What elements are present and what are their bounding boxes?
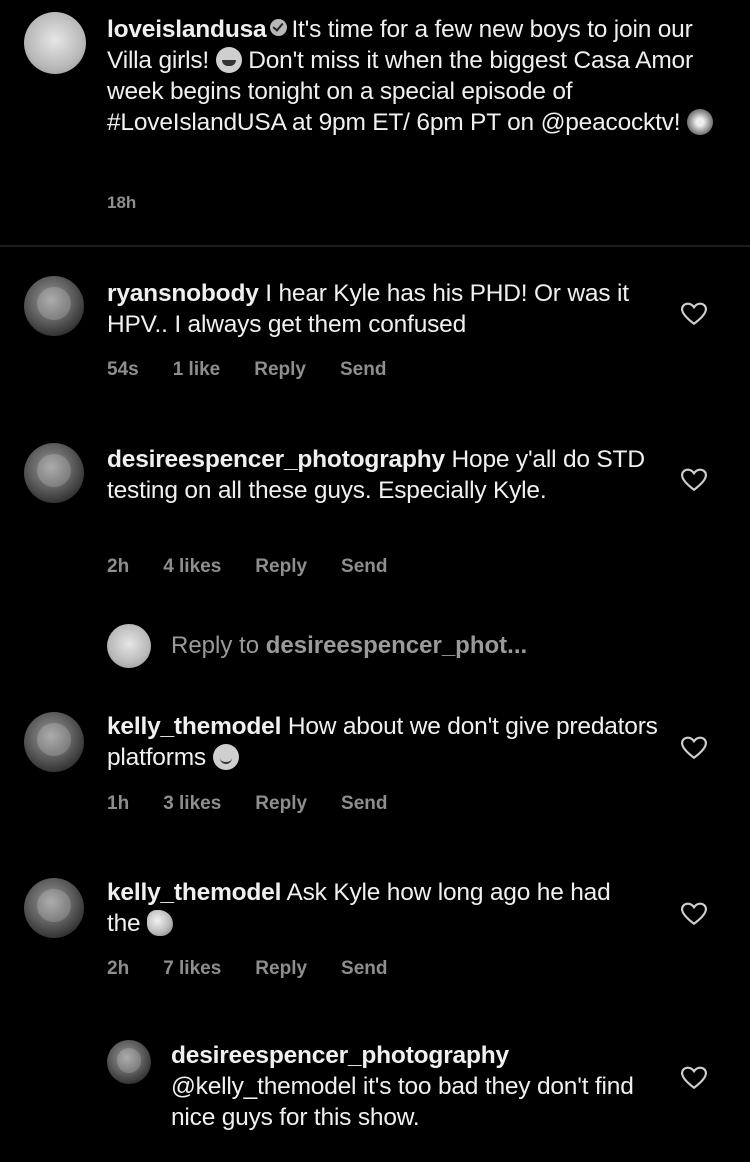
comment-text: kelly_themodel How about we don't give p… xyxy=(107,711,667,773)
comment-likes[interactable]: 1 like xyxy=(173,359,221,381)
comment-meta: 2h 4 likes Reply Send xyxy=(107,556,422,578)
comment-time: 54s xyxy=(107,359,139,380)
send-button[interactable]: Send xyxy=(340,359,386,381)
reply-to-prompt[interactable]: Reply to desireespencer_phot... xyxy=(171,632,527,660)
send-button[interactable]: Send xyxy=(341,958,387,980)
reply-to-label: Reply to xyxy=(171,632,260,659)
avatar-kelly_themodel[interactable] xyxy=(24,878,84,938)
comment-likes[interactable]: 4 likes xyxy=(163,556,221,578)
smiling-face-emoji-icon xyxy=(212,744,239,770)
grinning-face-emoji-icon xyxy=(215,47,242,73)
avatar-loveislandusa[interactable] xyxy=(24,12,86,74)
comment-time: 1h xyxy=(107,793,130,814)
microbe-emoji-icon xyxy=(147,910,174,936)
comment-username[interactable]: ryansnobody xyxy=(107,280,259,307)
comment-likes[interactable]: 7 likes xyxy=(163,958,221,980)
reply-button[interactable]: Reply xyxy=(255,793,307,815)
nested-reply-body: @kelly_themodel it's too bad they don't … xyxy=(171,1073,634,1131)
reply-to-target: desireespencer_phot... xyxy=(265,632,528,659)
nested-reply-text: desireespencer_photography @kelly_themod… xyxy=(171,1040,641,1133)
like-heart-icon[interactable] xyxy=(681,736,707,760)
avatar-desireespencer[interactable] xyxy=(24,443,84,503)
like-heart-icon[interactable] xyxy=(681,1066,707,1090)
comment-text: ryansnobody I hear Kyle has his PHD! Or … xyxy=(107,278,667,340)
send-button[interactable]: Send xyxy=(341,556,387,578)
nested-reply-username[interactable]: desireespencer_photography xyxy=(171,1042,509,1069)
comment-username[interactable]: kelly_themodel xyxy=(107,879,281,906)
comment-username[interactable]: desireespencer_photography xyxy=(107,446,445,473)
reply-button[interactable]: Reply xyxy=(255,556,307,578)
comment-username[interactable]: kelly_themodel xyxy=(107,713,281,740)
comment-text: desireespencer_photography Hope y'all do… xyxy=(107,444,647,506)
caption-text: loveislandusa It's time for a few new boy… xyxy=(107,14,727,138)
current-user-avatar xyxy=(107,624,151,668)
divider xyxy=(0,245,750,247)
flower-emoji-icon xyxy=(686,109,713,135)
comment-time: 2h xyxy=(107,556,130,577)
caption-username[interactable]: loveislandusa xyxy=(107,16,267,43)
like-heart-icon[interactable] xyxy=(681,468,707,492)
comment-text: kelly_themodel Ask Kyle how long ago he … xyxy=(107,877,627,939)
comment-meta: 2h 7 likes Reply Send xyxy=(107,958,422,980)
avatar-ryansnobody[interactable] xyxy=(24,276,84,336)
comment-meta: 54s 1 like Reply Send xyxy=(107,359,420,381)
comment-time: 2h xyxy=(107,958,130,979)
comment-likes[interactable]: 3 likes xyxy=(163,793,221,815)
reply-button[interactable]: Reply xyxy=(254,359,306,381)
like-heart-icon[interactable] xyxy=(681,902,707,926)
verified-badge-icon xyxy=(270,19,288,36)
avatar-desireespencer[interactable] xyxy=(107,1040,151,1084)
caption-time: 18h xyxy=(107,193,137,212)
comment-meta: 1h 3 likes Reply Send xyxy=(107,793,422,815)
like-heart-icon[interactable] xyxy=(681,302,707,326)
avatar-kelly_themodel[interactable] xyxy=(24,712,84,772)
send-button[interactable]: Send xyxy=(341,793,387,815)
reply-button[interactable]: Reply xyxy=(255,958,307,980)
